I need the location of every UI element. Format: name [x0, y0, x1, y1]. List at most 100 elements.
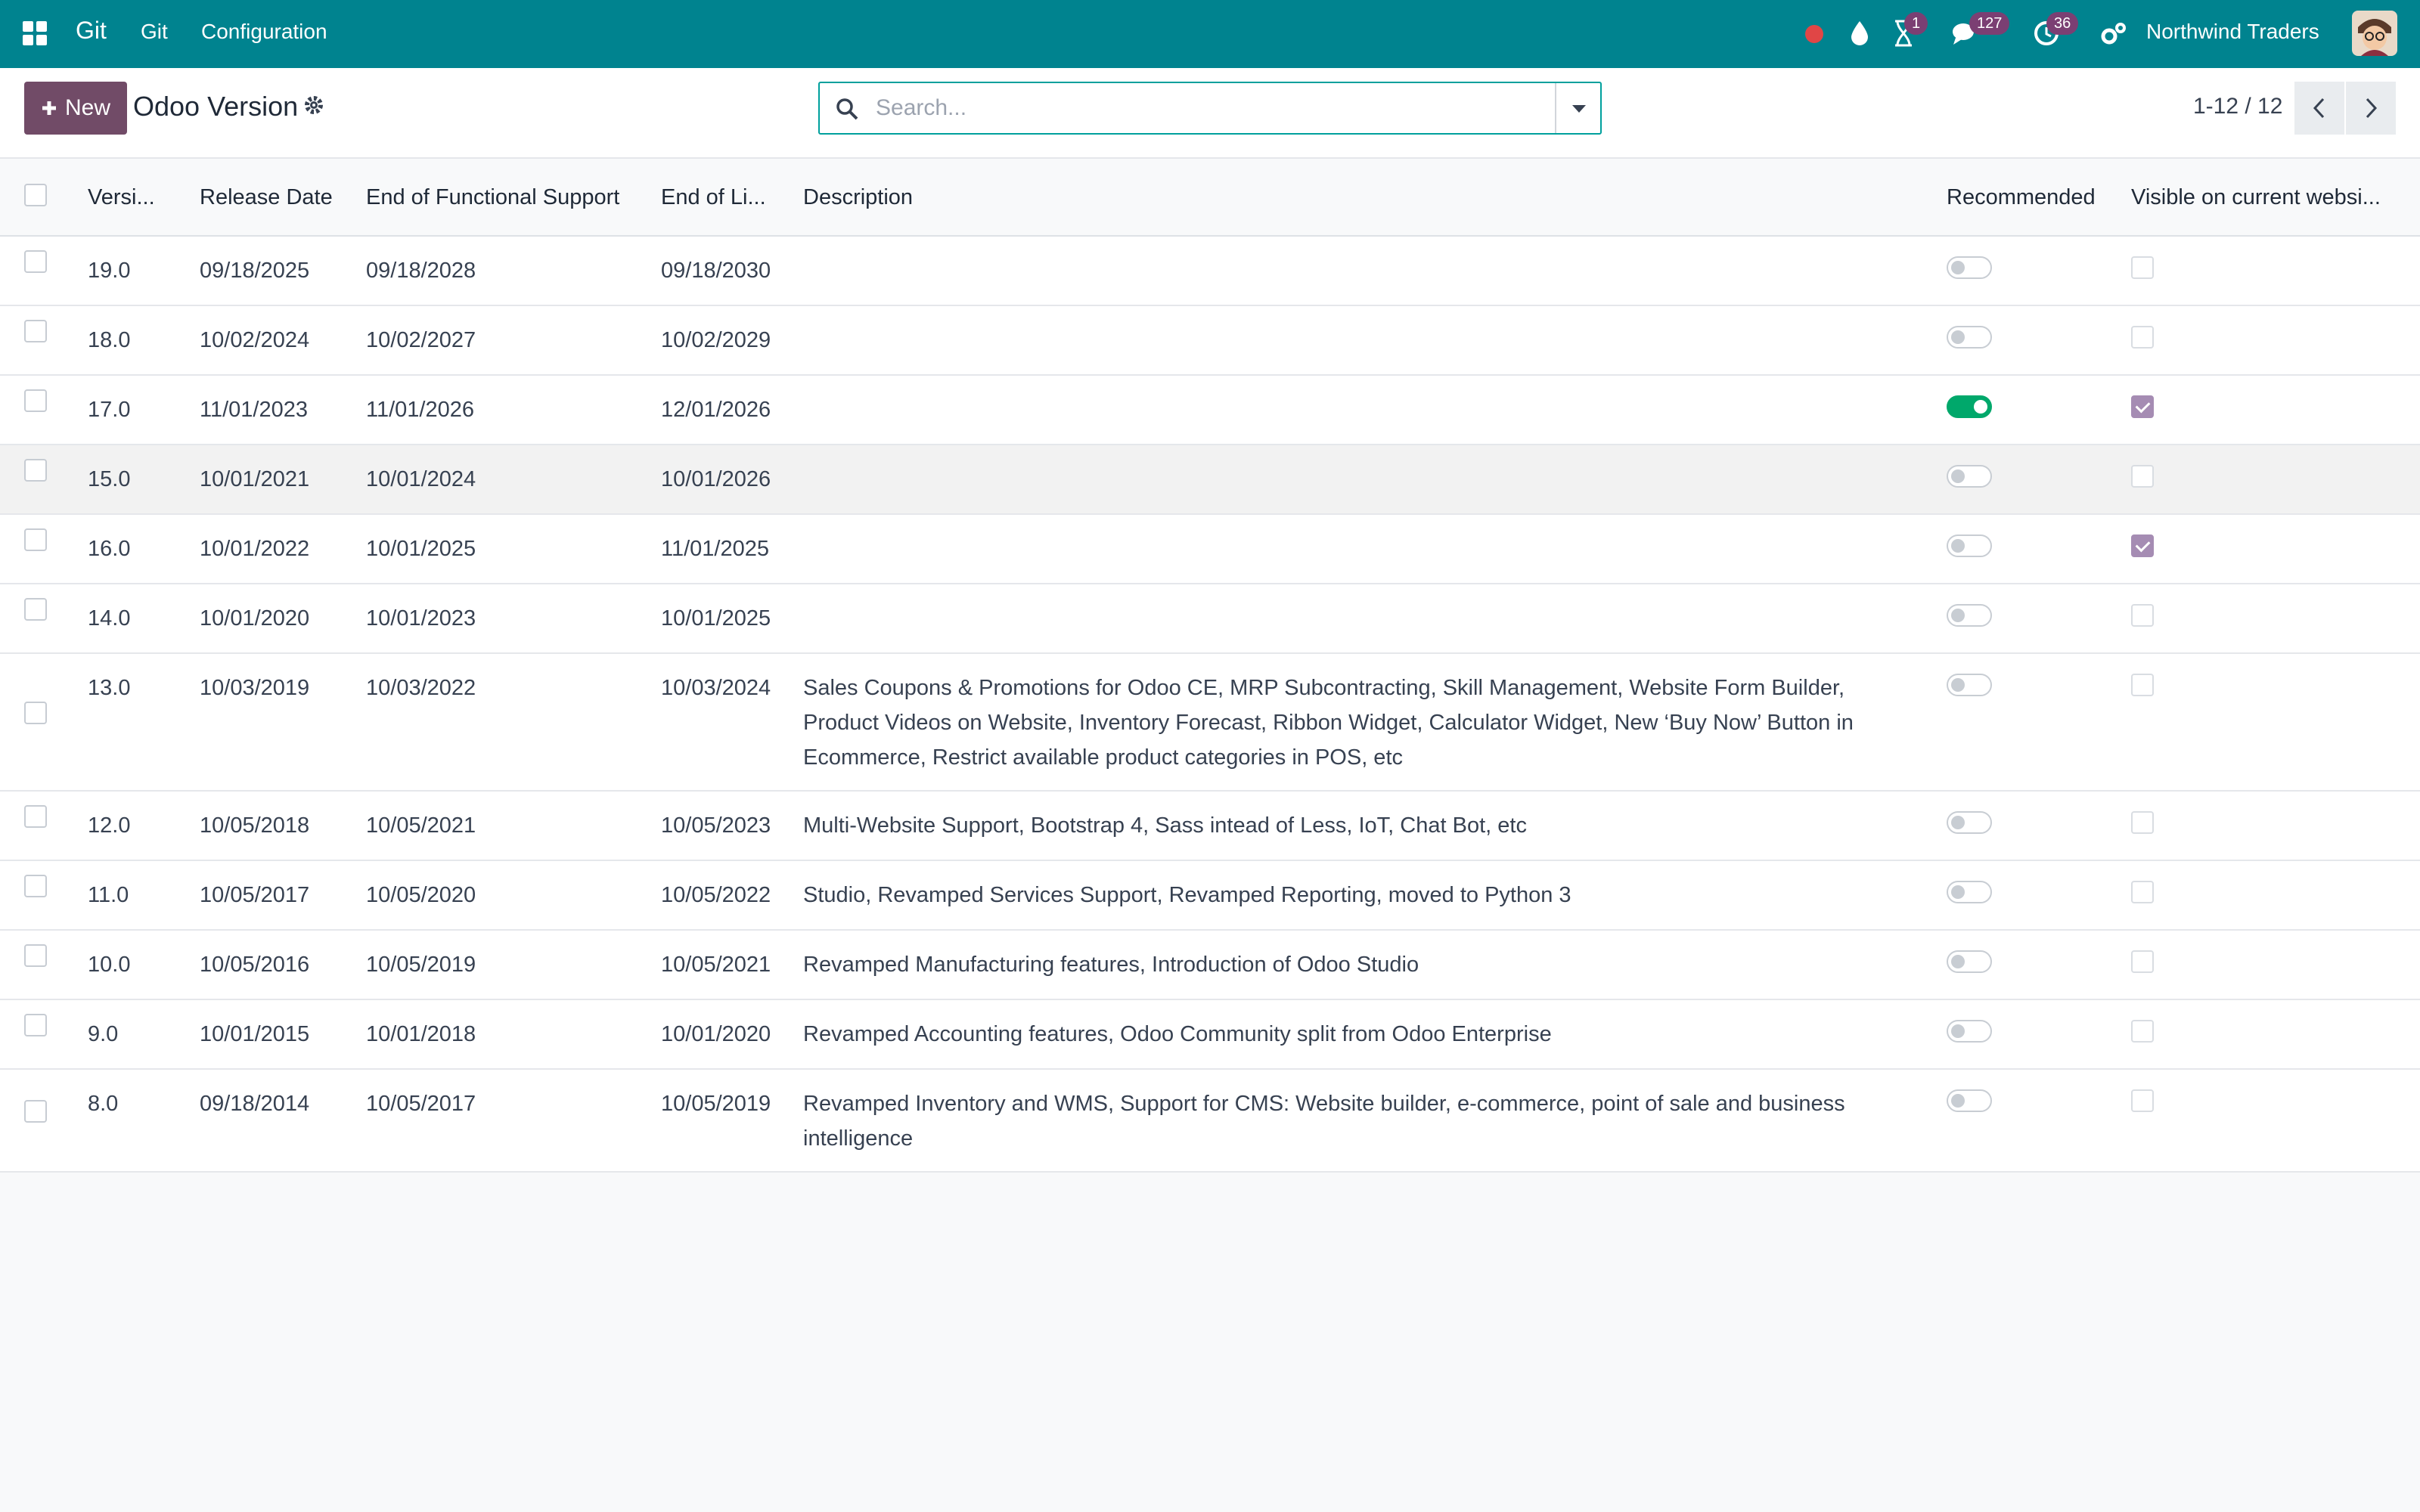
release-date-cell[interactable]: 09/18/2025: [200, 236, 366, 306]
row-checkbox[interactable]: [24, 528, 47, 551]
version-cell[interactable]: 11.0: [88, 860, 200, 931]
pager-previous-button[interactable]: [2294, 82, 2344, 135]
version-cell[interactable]: 12.0: [88, 791, 200, 861]
version-cell[interactable]: 15.0: [88, 445, 200, 515]
end-of-functional-support-cell[interactable]: 11/01/2026: [366, 375, 661, 445]
row-checkbox[interactable]: [24, 250, 47, 273]
version-cell[interactable]: 16.0: [88, 514, 200, 584]
row-checkbox[interactable]: [24, 1100, 47, 1123]
end-of-functional-support-cell[interactable]: 10/01/2025: [366, 514, 661, 584]
visible-on-website-checkbox[interactable]: [2131, 1089, 2154, 1112]
release-date-cell[interactable]: 10/02/2024: [200, 305, 366, 376]
end-of-functional-support-cell[interactable]: 10/05/2020: [366, 860, 661, 931]
end-of-life-cell[interactable]: 12/01/2026: [661, 375, 803, 445]
end-of-life-cell[interactable]: 10/03/2024: [661, 653, 803, 792]
release-date-cell[interactable]: 10/03/2019: [200, 653, 366, 792]
description-cell[interactable]: Revamped Inventory and WMS, Support for …: [803, 1069, 1947, 1173]
visible-on-website-checkbox[interactable]: [2131, 674, 2154, 696]
end-of-life-cell[interactable]: 10/05/2019: [661, 1069, 803, 1173]
drop-icon[interactable]: [1848, 20, 1871, 45]
description-cell[interactable]: [803, 514, 1947, 584]
visible-on-website-checkbox[interactable]: [2131, 1020, 2154, 1043]
visible-on-website-checkbox[interactable]: [2131, 604, 2154, 627]
description-cell[interactable]: [803, 445, 1947, 515]
description-cell[interactable]: [803, 584, 1947, 654]
settings-icon[interactable]: [2099, 21, 2128, 47]
table-row[interactable]: 18.0 10/02/2024 10/02/2027 10/02/2029: [0, 305, 2420, 376]
recommended-toggle[interactable]: [1947, 534, 1992, 557]
table-row[interactable]: 8.0 09/18/2014 10/05/2017 10/05/2019 Revampe…: [0, 1069, 2420, 1173]
table-row[interactable]: 17.0 11/01/2023 11/01/2026 12/01/2026: [0, 375, 2420, 445]
description-cell[interactable]: Multi-Website Support, Bootstrap 4, Sass…: [803, 791, 1947, 861]
description-cell[interactable]: Studio, Revamped Services Support, Revam…: [803, 860, 1947, 931]
release-date-cell[interactable]: 10/05/2016: [200, 930, 366, 1000]
end-of-functional-support-cell[interactable]: 10/03/2022: [366, 653, 661, 792]
end-of-functional-support-cell[interactable]: 10/02/2027: [366, 305, 661, 376]
visible-on-website-checkbox[interactable]: [2131, 811, 2154, 834]
visible-on-website-checkbox[interactable]: [2131, 950, 2154, 973]
description-cell[interactable]: [803, 375, 1947, 445]
pager-next-button[interactable]: [2346, 82, 2396, 135]
end-of-life-cell[interactable]: 10/01/2025: [661, 584, 803, 654]
company-name[interactable]: Northwind Traders: [2146, 20, 2319, 44]
app-name[interactable]: Git: [76, 17, 107, 45]
description-cell[interactable]: Revamped Manufacturing features, Introdu…: [803, 930, 1947, 1000]
menu-git[interactable]: Git: [141, 20, 168, 44]
end-of-life-cell[interactable]: 10/05/2023: [661, 791, 803, 861]
recommended-toggle[interactable]: [1947, 674, 1992, 696]
visible-on-website-checkbox[interactable]: [2131, 395, 2154, 418]
recommended-toggle[interactable]: [1947, 881, 1992, 903]
table-row[interactable]: 15.0 10/01/2021 10/01/2024 10/01/2026: [0, 445, 2420, 515]
release-date-cell[interactable]: 10/01/2020: [200, 584, 366, 654]
end-of-life-cell[interactable]: 09/18/2030: [661, 236, 803, 306]
table-row[interactable]: 19.0 09/18/2025 09/18/2028 09/18/2030: [0, 236, 2420, 306]
end-of-life-cell[interactable]: 10/05/2022: [661, 860, 803, 931]
column-header-recommended[interactable]: Recommended: [1947, 160, 2131, 237]
recommended-toggle[interactable]: [1947, 465, 1992, 488]
row-checkbox[interactable]: [24, 1014, 47, 1036]
row-checkbox[interactable]: [24, 875, 47, 897]
visible-on-website-checkbox[interactable]: [2131, 465, 2154, 488]
end-of-functional-support-cell[interactable]: 10/05/2019: [366, 930, 661, 1000]
table-row[interactable]: 11.0 10/05/2017 10/05/2020 10/05/2022 Studio…: [0, 860, 2420, 931]
release-date-cell[interactable]: 10/01/2021: [200, 445, 366, 515]
row-checkbox[interactable]: [24, 459, 47, 482]
release-date-cell[interactable]: 11/01/2023: [200, 375, 366, 445]
apps-grid-icon[interactable]: [23, 21, 47, 45]
end-of-life-cell[interactable]: 10/01/2026: [661, 445, 803, 515]
recommended-toggle[interactable]: [1947, 326, 1992, 349]
recommended-toggle[interactable]: [1947, 811, 1992, 834]
version-cell[interactable]: 14.0: [88, 584, 200, 654]
description-cell[interactable]: Revamped Accounting features, Odoo Commu…: [803, 999, 1947, 1070]
recommended-toggle[interactable]: [1947, 950, 1992, 973]
description-cell[interactable]: [803, 236, 1947, 306]
end-of-life-cell[interactable]: 10/05/2021: [661, 930, 803, 1000]
release-date-cell[interactable]: 09/18/2014: [200, 1069, 366, 1173]
row-checkbox[interactable]: [24, 805, 47, 828]
end-of-functional-support-cell[interactable]: 10/05/2021: [366, 791, 661, 861]
release-date-cell[interactable]: 10/05/2018: [200, 791, 366, 861]
column-header-release-date[interactable]: Release Date: [200, 160, 366, 237]
end-of-functional-support-cell[interactable]: 10/01/2024: [366, 445, 661, 515]
column-header-version[interactable]: Versi...: [88, 160, 200, 237]
row-checkbox[interactable]: [24, 702, 47, 724]
row-checkbox[interactable]: [24, 389, 47, 412]
recommended-toggle[interactable]: [1947, 1089, 1992, 1112]
menu-configuration[interactable]: Configuration: [201, 20, 327, 44]
column-header-visible-on-website[interactable]: Visible on current websi...: [2131, 160, 2420, 237]
description-cell[interactable]: [803, 305, 1947, 376]
end-of-functional-support-cell[interactable]: 09/18/2028: [366, 236, 661, 306]
end-of-functional-support-cell[interactable]: 10/05/2017: [366, 1069, 661, 1173]
column-header-end-of-functional-support[interactable]: End of Functional Support: [366, 160, 661, 237]
visible-on-website-checkbox[interactable]: [2131, 326, 2154, 349]
end-of-life-cell[interactable]: 10/02/2029: [661, 305, 803, 376]
recommended-toggle[interactable]: [1947, 604, 1992, 627]
version-cell[interactable]: 17.0: [88, 375, 200, 445]
user-avatar[interactable]: [2352, 11, 2397, 56]
release-date-cell[interactable]: 10/01/2015: [200, 999, 366, 1070]
table-row[interactable]: 9.0 10/01/2015 10/01/2018 10/01/2020 Revampe…: [0, 999, 2420, 1070]
version-cell[interactable]: 19.0: [88, 236, 200, 306]
visible-on-website-checkbox[interactable]: [2131, 881, 2154, 903]
row-checkbox[interactable]: [24, 944, 47, 967]
release-date-cell[interactable]: 10/01/2022: [200, 514, 366, 584]
